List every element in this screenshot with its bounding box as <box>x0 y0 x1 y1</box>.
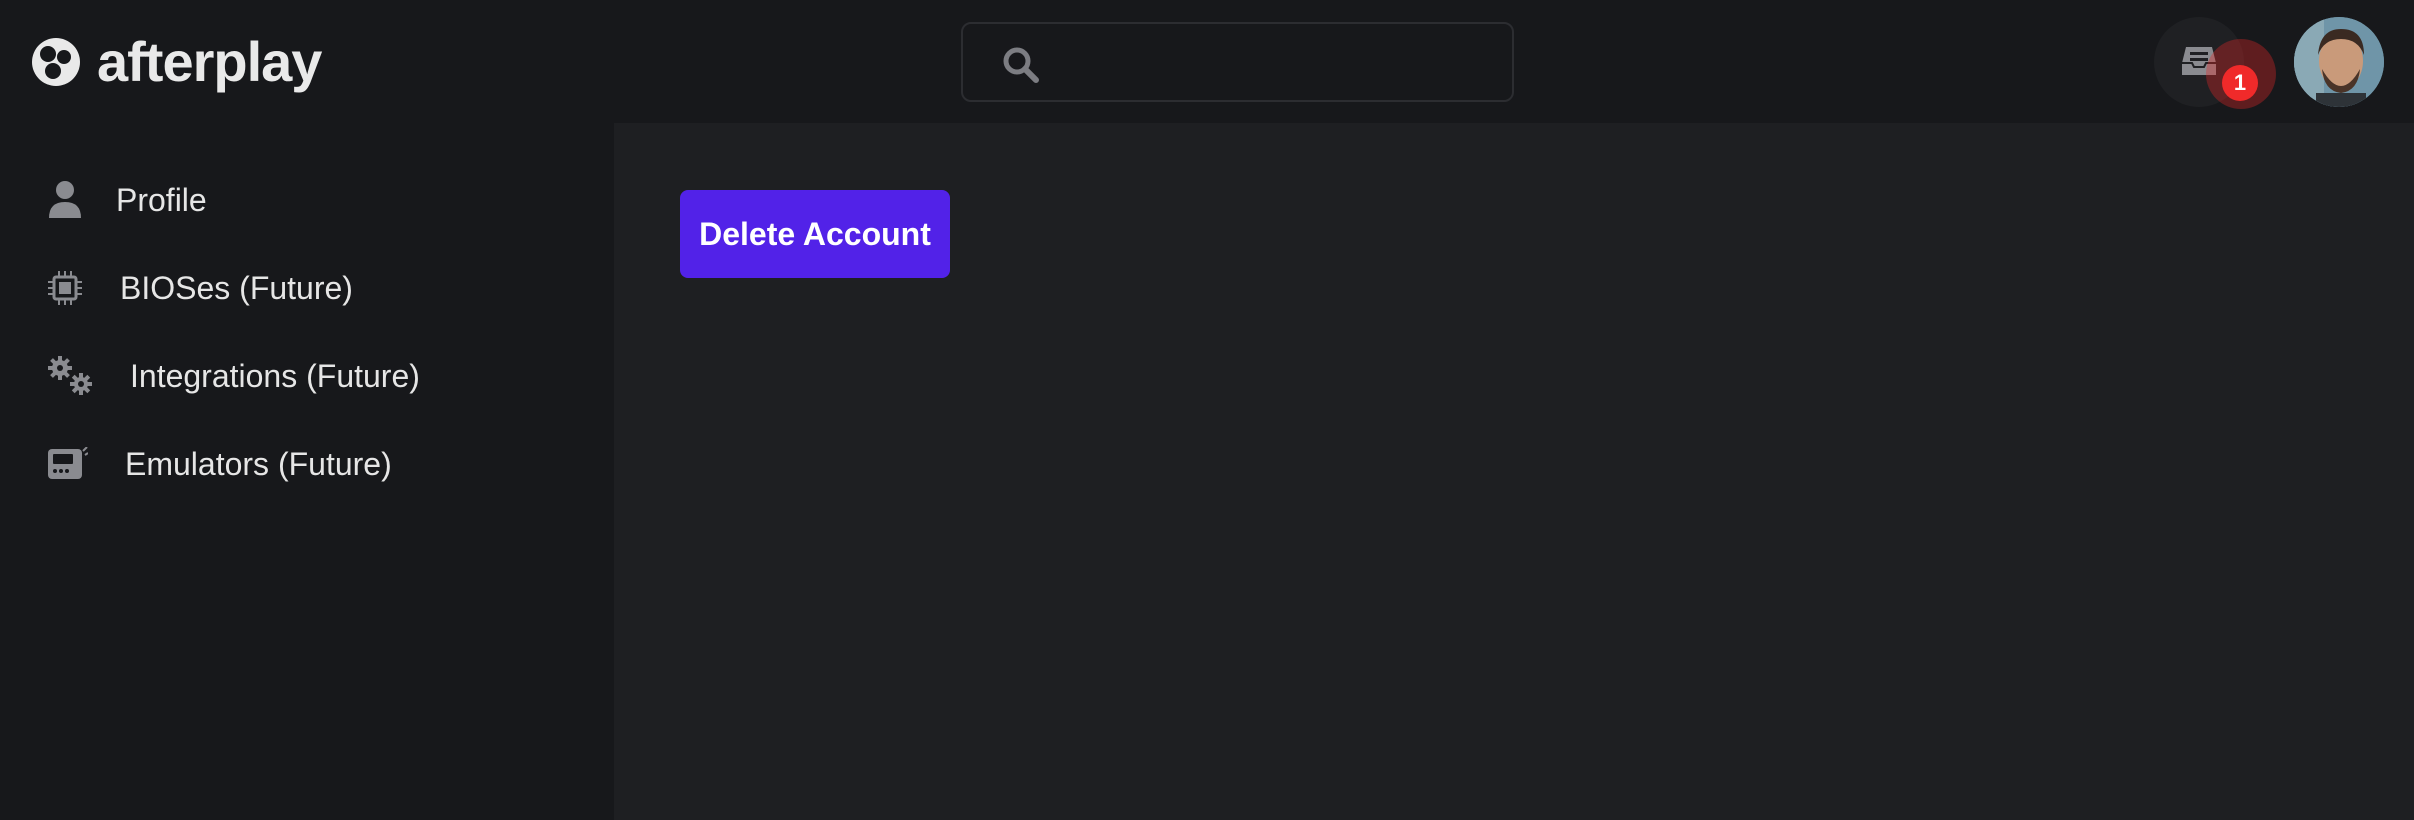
sidebar-item-emulators[interactable]: Emulators (Future) <box>48 434 392 494</box>
app-name: afterplay <box>97 30 322 93</box>
sidebar-item-label: Profile <box>116 181 207 218</box>
afterplay-logo-icon <box>32 38 80 86</box>
user-avatar[interactable] <box>2294 17 2384 107</box>
avatar-image <box>2294 17 2384 107</box>
sidebar-item-bioses[interactable]: BIOSes (Future) <box>48 258 353 318</box>
console-icon <box>48 441 125 487</box>
top-bar: afterplay 1 <box>0 0 2414 123</box>
chip-icon <box>48 265 120 311</box>
search-input[interactable] <box>1059 32 1499 92</box>
sidebar-item-label: Integrations (Future) <box>130 357 420 394</box>
gears-icon <box>48 353 130 399</box>
sidebar-item-label: Emulators (Future) <box>125 445 392 482</box>
app-logo[interactable]: afterplay <box>31 30 322 93</box>
sidebar: Profile BIOSes (Future) Integrations (Fu… <box>0 123 614 820</box>
search-icon <box>1003 47 1039 83</box>
delete-account-button[interactable]: Delete Account <box>680 190 950 278</box>
sidebar-item-profile[interactable]: Profile <box>48 170 207 230</box>
sidebar-item-integrations[interactable]: Integrations (Future) <box>48 346 420 406</box>
user-icon <box>48 177 116 223</box>
sidebar-item-label: BIOSes (Future) <box>120 269 353 306</box>
search-box[interactable] <box>961 22 1514 102</box>
notification-badge[interactable]: 1 <box>2222 65 2258 101</box>
main-content: Delete Account <box>614 123 2414 820</box>
